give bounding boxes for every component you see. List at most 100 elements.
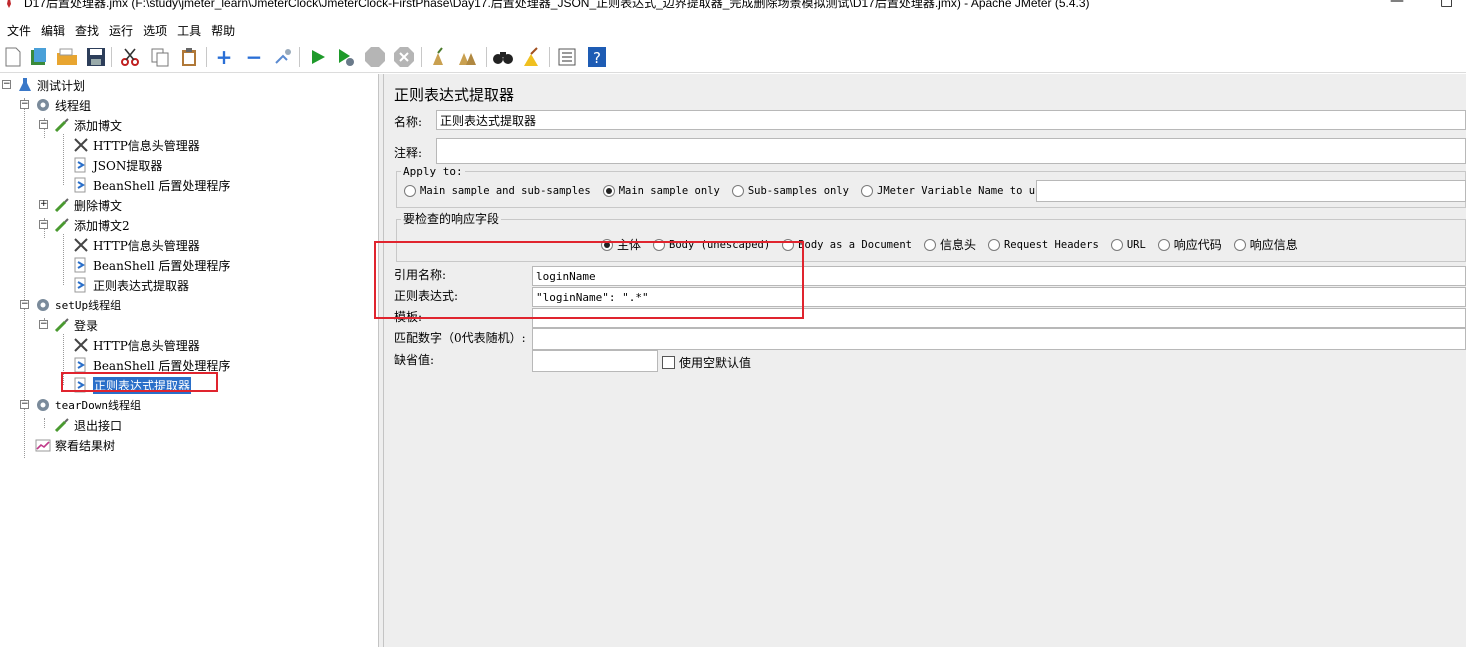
radio-main-only[interactable]: Main sample only [602,185,720,197]
menu-edit[interactable]: 编辑 [36,22,70,39]
minimize-button[interactable]: — [1390,0,1404,8]
tree-node-login[interactable]: 登录 [53,316,98,334]
open-icon[interactable] [56,46,78,68]
search-icon[interactable] [492,46,514,68]
tree-node-delete-post[interactable]: 删除博文 [53,196,122,214]
radio-dot-selected [601,238,613,251]
tree-node-regex-extractor-selected[interactable]: 正则表达式提取器 [72,376,192,394]
radio-jmeter-variable[interactable]: JMeter Variable Name to use [861,185,1048,197]
menu-options[interactable]: 选项 [138,22,172,39]
tree-node-test-plan[interactable]: 测试计划 [16,76,85,94]
radio-response-message[interactable]: 响应信息 [1233,236,1298,253]
collapse-toggle[interactable]: − [20,300,29,309]
collapse-toggle[interactable]: − [20,100,29,109]
test-plan-tree: − 测试计划 − 线程组 − 添加博文 HTTP信息头管理器 JSON提取器 B… [0,74,378,647]
pipette-icon [53,116,71,134]
gear-icon [34,296,52,314]
name-label: 名称: [394,115,423,129]
menu-file[interactable]: 文件 [2,22,36,39]
radio-sub-only[interactable]: Sub-samples only [731,185,849,197]
radio-dot [782,238,795,251]
clear-icon[interactable] [428,46,450,68]
checkbox-box [662,356,675,369]
pipette-icon [53,416,71,434]
paste-icon[interactable] [178,46,200,68]
tree-node-http-header-1[interactable]: HTTP信息头管理器 [72,136,200,154]
page-title: 正则表达式提取器 [394,86,515,104]
tree-node-json-extractor[interactable]: JSON提取器 [72,156,162,174]
menu-run[interactable]: 运行 [104,22,138,39]
gear-icon [34,396,52,414]
radio-dot [404,185,416,197]
radio-main-and-sub[interactable]: Main sample and sub-samples [404,185,591,197]
use-empty-default-checkbox[interactable]: 使用空默认值 [662,354,751,371]
tree-node-beanshell-3[interactable]: BeanShell 后置处理程序 [72,356,230,374]
radio-request-headers[interactable]: Request Headers [987,238,1099,251]
tools-icon [72,236,90,254]
match-no-input[interactable] [532,328,1466,350]
tree-node-logout[interactable]: 退出接口 [53,416,122,434]
template-input[interactable] [532,308,1466,328]
menu-tools[interactable]: 工具 [172,22,206,39]
tree-node-add-post[interactable]: 添加博文 [53,116,122,134]
menu-search[interactable]: 查找 [70,22,104,39]
tree-node-http-header-2[interactable]: HTTP信息头管理器 [72,236,200,254]
tree-node-thread-group[interactable]: 线程组 [34,96,91,114]
collapse-toggle[interactable]: − [20,400,29,409]
radio-response-code[interactable]: 响应代码 [1157,236,1222,253]
reset-search-icon[interactable] [521,46,543,68]
clear-all-icon[interactable] [457,46,479,68]
toolbar: + − ? [0,41,1466,73]
tree-node-setup-thread-group[interactable]: setUp线程组 [34,296,121,314]
new-icon[interactable] [2,46,24,68]
tree-node-teardown-thread-group[interactable]: tearDown线程组 [34,396,141,414]
radio-dot [1157,238,1170,251]
jmeter-variable-input[interactable] [1036,180,1466,202]
reference-name-input[interactable]: loginName [532,266,1466,286]
start-no-pauses-icon[interactable] [335,46,357,68]
comment-input[interactable] [436,138,1466,164]
name-input[interactable]: 正则表达式提取器 [436,110,1466,130]
tree-node-http-header-3[interactable]: HTTP信息头管理器 [72,336,200,354]
tree-node-beanshell-1[interactable]: BeanShell 后置处理程序 [72,176,230,194]
radio-body-unescaped[interactable]: Body (unescaped) [653,238,770,251]
response-field-options: 主体 Body (unescaped) Body as a Document 信… [601,236,1310,253]
arrow-icon [72,376,90,394]
toggle-icon[interactable] [272,46,294,68]
collapse-toggle[interactable]: − [39,320,48,329]
tree-node-beanshell-2[interactable]: BeanShell 后置处理程序 [72,256,230,274]
radio-body-as-document[interactable]: Body as a Document [782,238,912,251]
regex-input[interactable]: "loginName": ".*" [532,287,1466,307]
templates-icon[interactable] [28,46,50,68]
radio-dot-selected [602,185,615,197]
radio-body[interactable]: 主体 [601,236,641,253]
help-icon[interactable]: ? [586,46,608,68]
expand-toggle[interactable]: + [39,200,48,209]
collapse-toggle[interactable]: − [39,120,48,129]
stop-icon[interactable] [364,46,386,68]
shutdown-icon[interactable] [393,46,415,68]
radio-url[interactable]: URL [1110,238,1146,251]
start-icon[interactable] [307,46,329,68]
pipette-icon [53,196,71,214]
tree-node-view-results-tree[interactable]: 察看结果树 [34,436,115,454]
radio-dot [1110,238,1123,251]
cut-icon[interactable] [119,46,141,68]
comment-label: 注释: [394,146,423,160]
expand-icon[interactable]: + [213,46,235,68]
function-helper-icon[interactable] [556,46,578,68]
tree-node-add-post-2[interactable]: 添加博文2 [53,216,130,234]
maximize-button[interactable]: □ [1440,0,1454,8]
arrow-icon [72,276,90,294]
radio-headers[interactable]: 信息头 [923,236,976,253]
apply-to-options: Main sample and sub-samples Main sample … [404,185,1060,197]
default-value-input[interactable] [532,350,658,372]
tree-node-regex-extractor-1[interactable]: 正则表达式提取器 [72,276,189,294]
collapse-icon[interactable]: − [243,46,265,68]
collapse-toggle[interactable]: − [39,220,48,229]
copy-icon[interactable] [149,46,171,68]
regex-label: 正则表达式: [394,289,459,303]
menu-help[interactable]: 帮助 [206,22,240,39]
save-icon[interactable] [85,46,107,68]
collapse-toggle[interactable]: − [2,80,11,89]
